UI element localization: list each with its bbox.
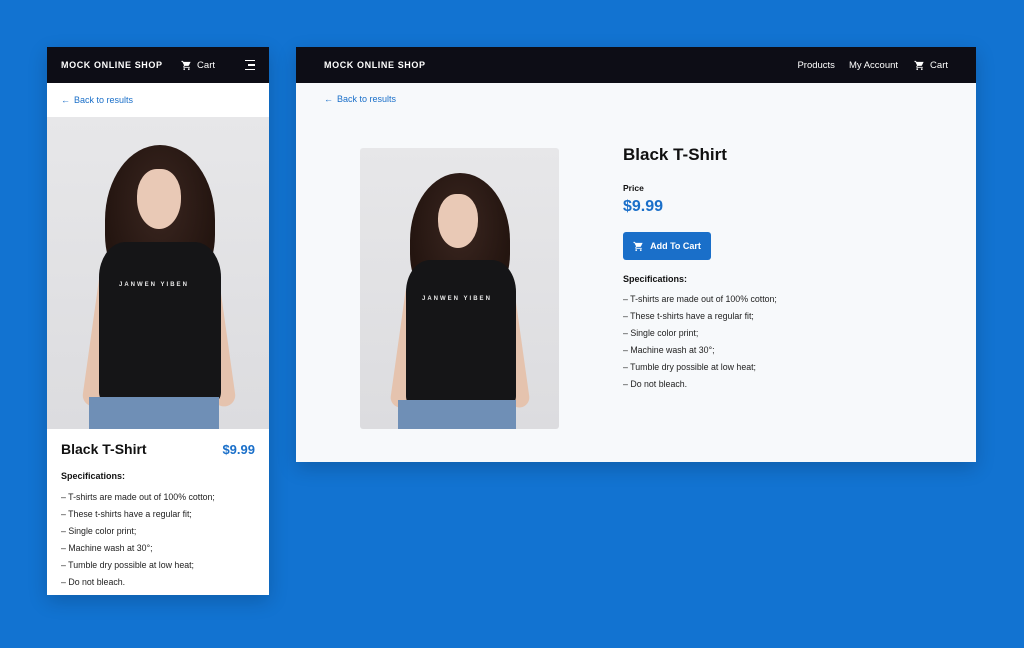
spec-item: – Tumble dry possible at low heat; (623, 362, 757, 372)
product-title: Black T-Shirt (61, 441, 147, 457)
mobile-navbar: MOCK ONLINE SHOP Cart (47, 47, 269, 83)
arrow-left-icon: ← (61, 95, 70, 105)
cart-icon (914, 60, 924, 70)
brand-logo[interactable]: MOCK ONLINE SHOP (324, 60, 426, 70)
add-to-cart-label: Add To Cart (650, 241, 701, 251)
mobile-product-info: Black T-Shirt $9.99 Specifications: – T-… (47, 429, 269, 595)
desktop-navbar: MOCK ONLINE SHOP Products My Account Car… (296, 47, 976, 83)
spec-item: – These t-shirts have a regular fit; (623, 311, 754, 321)
arrow-left-icon: ← (324, 94, 333, 104)
spec-item: – Machine wash at 30°; (61, 543, 153, 553)
product-image: JANWEN YIBEN (47, 117, 269, 429)
product-price: $9.99 (222, 441, 255, 457)
cart-link[interactable]: Cart (181, 60, 215, 71)
spec-item: – These t-shirts have a regular fit; (61, 509, 192, 519)
desktop-product-info: Black T-Shirt Price $9.99 Add To Cart Sp… (623, 145, 943, 389)
mobile-back-bar: ← Back to results (47, 83, 269, 117)
shirt-print: JANWEN YIBEN (422, 296, 492, 302)
spec-item: – Single color print; (623, 328, 699, 338)
brand-logo[interactable]: MOCK ONLINE SHOP (61, 60, 163, 70)
spec-item: – Tumble dry possible at low heat; (61, 560, 195, 570)
specs-list: – T-shirts are made out of 100% cotton; … (623, 294, 943, 389)
back-to-results-link[interactable]: ← Back to results (61, 95, 133, 105)
product-price: $9.99 (623, 198, 664, 215)
back-to-results-link[interactable]: ← Back to results (324, 94, 396, 104)
menu-icon[interactable] (245, 59, 255, 71)
cart-label: Cart (197, 59, 215, 71)
spec-item: – Machine wash at 30°; (623, 345, 715, 355)
desktop-view: MOCK ONLINE SHOP Products My Account Car… (296, 47, 976, 462)
product-image: JANWEN YIBEN (360, 148, 559, 429)
spec-item: – T-shirts are made out of 100% cotton; (623, 294, 777, 304)
spec-item: – Do not bleach. (623, 379, 688, 389)
spec-item: – Do not bleach. (61, 577, 126, 587)
my-account-link[interactable]: My Account (849, 60, 898, 71)
spec-item: – Single color print; (61, 526, 137, 536)
products-link[interactable]: Products (797, 60, 835, 71)
back-link-label: Back to results (74, 95, 134, 105)
specs-list: – T-shirts are made out of 100% cotton; … (61, 492, 255, 587)
price-label: Price (623, 183, 644, 193)
add-to-cart-button[interactable]: Add To Cart (623, 232, 711, 260)
back-link-label: Back to results (337, 94, 397, 104)
specs-heading: Specifications: (61, 471, 126, 481)
shirt-print: JANWEN YIBEN (119, 282, 189, 288)
spec-item: – T-shirts are made out of 100% cotton; (61, 492, 215, 502)
mobile-view: MOCK ONLINE SHOP Cart ← Back to results … (47, 47, 269, 595)
cart-icon (633, 241, 643, 251)
specs-heading: Specifications: (623, 274, 688, 284)
cart-link[interactable]: Cart (914, 60, 948, 71)
product-title: Black T-Shirt (623, 145, 727, 164)
cart-label: Cart (930, 59, 948, 71)
cart-icon (181, 60, 191, 70)
